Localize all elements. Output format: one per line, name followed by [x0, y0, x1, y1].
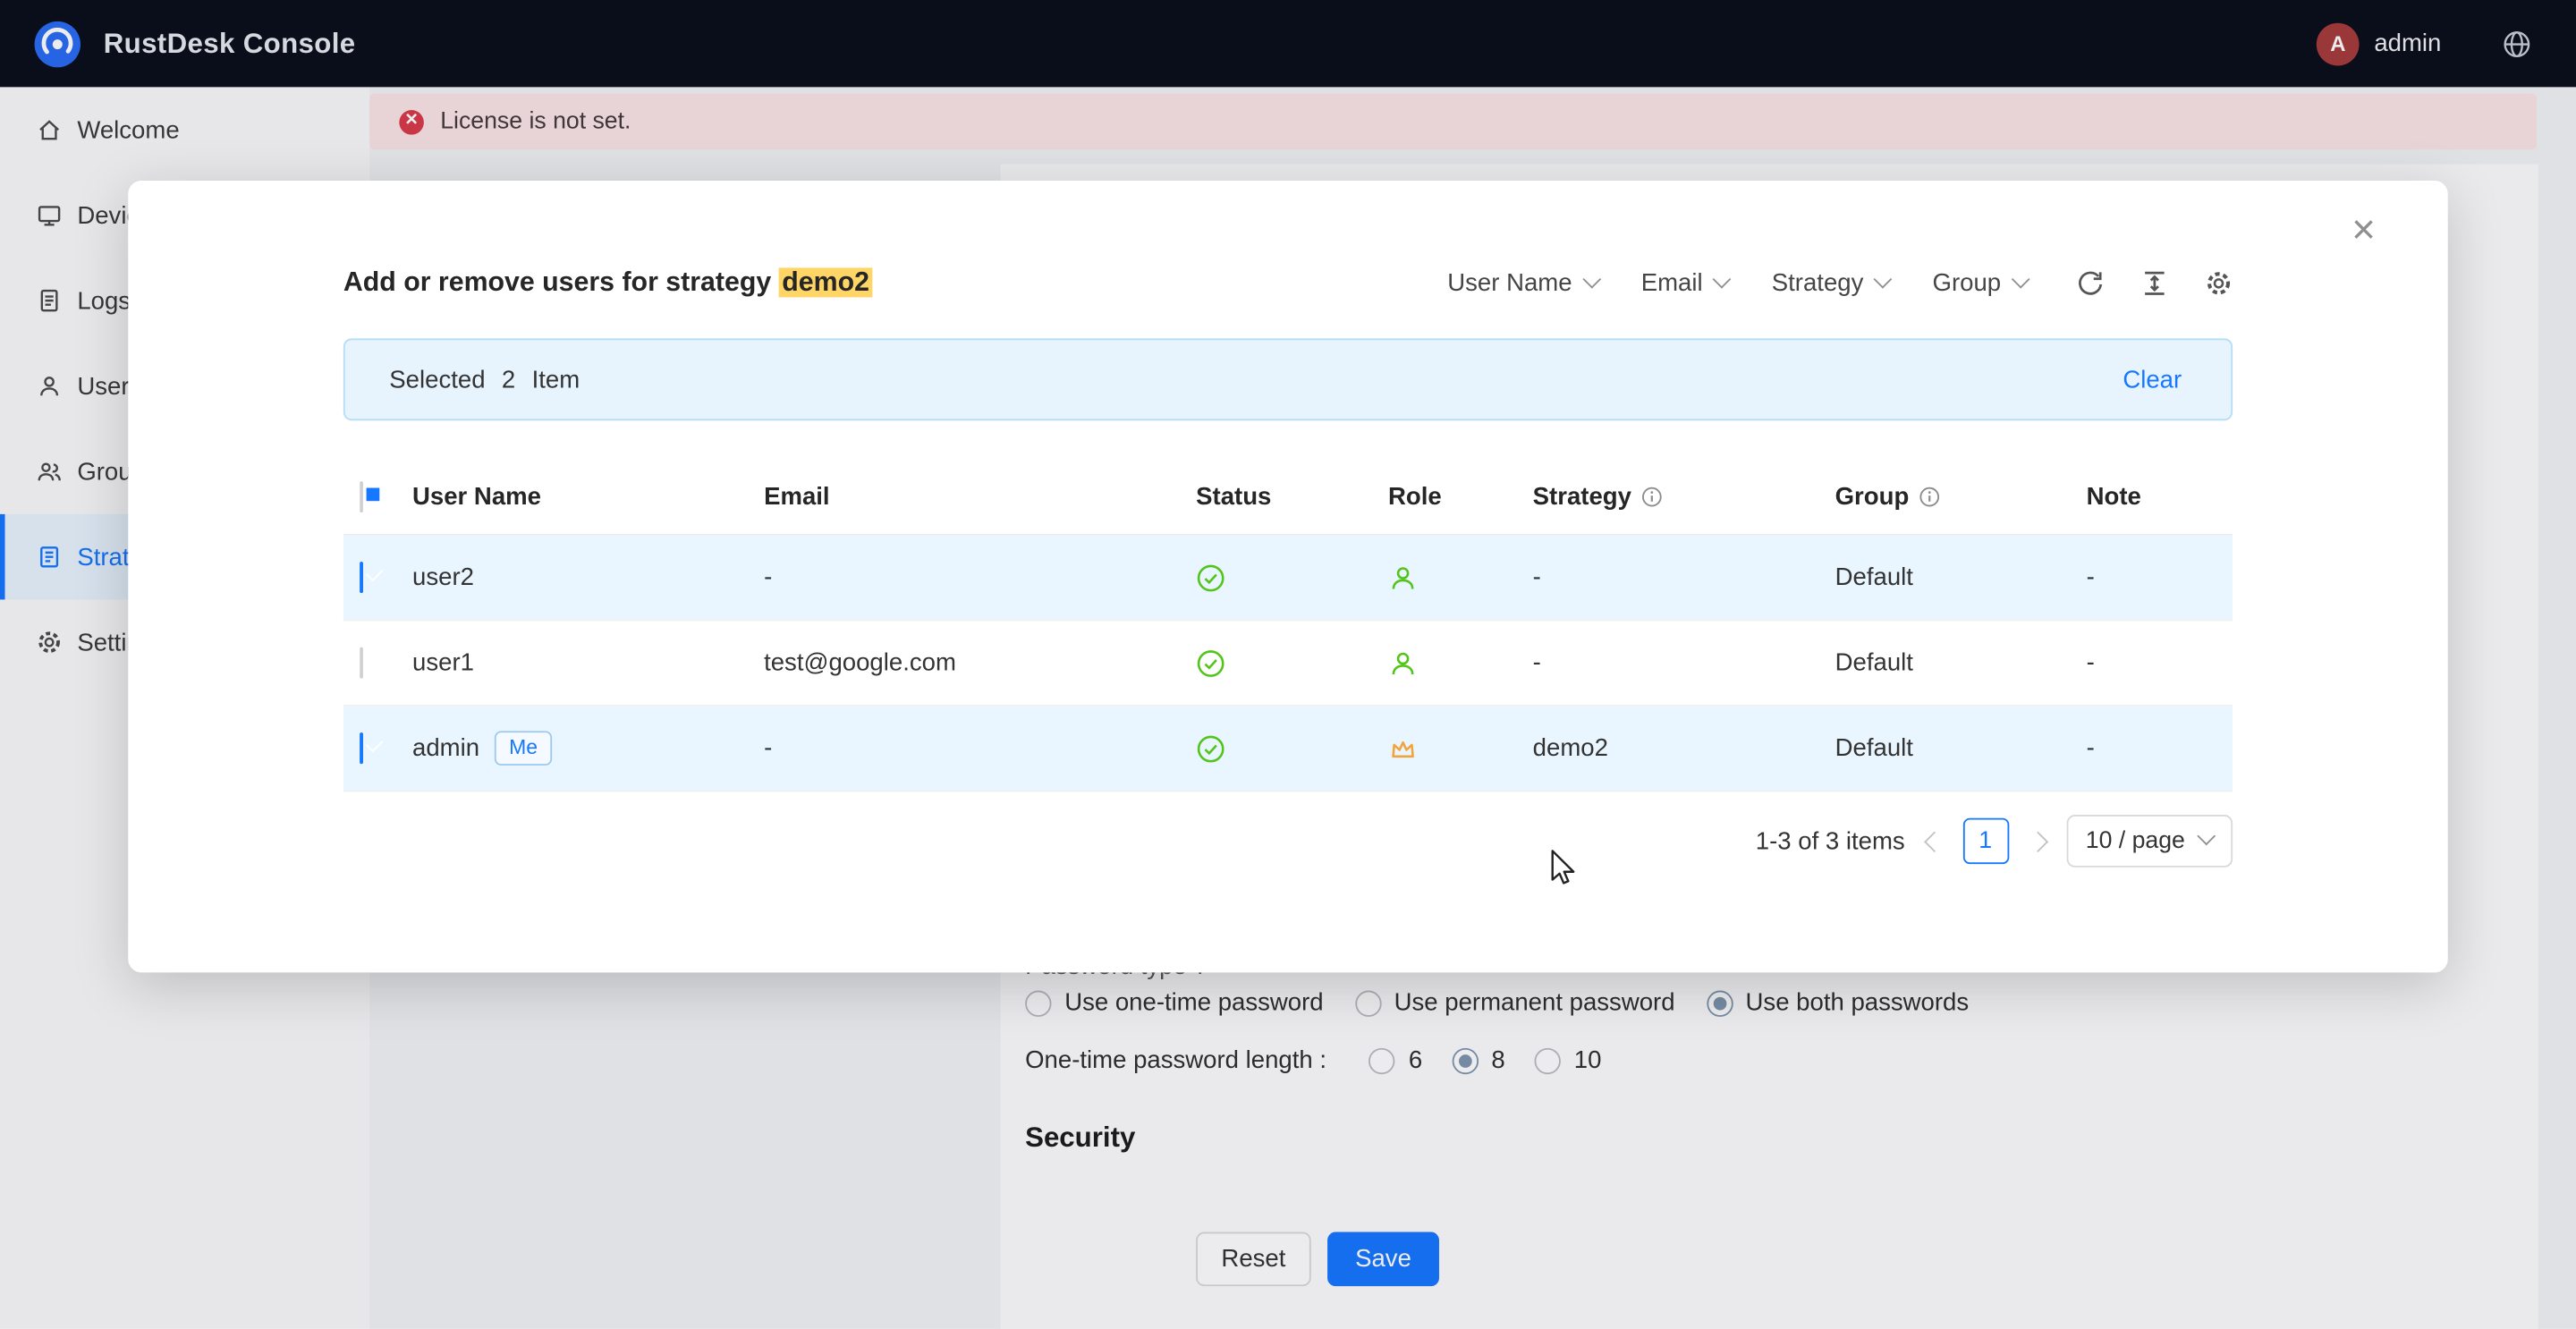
check-circle-icon	[1196, 648, 1388, 678]
refresh-icon[interactable]	[2077, 268, 2105, 296]
col-group: Group	[1835, 483, 2087, 511]
col-username: User Name	[412, 483, 764, 511]
table-row[interactable]: user2 - - Default -	[343, 536, 2233, 622]
user-role-icon	[1388, 563, 1533, 592]
cell-note: -	[2087, 649, 2233, 677]
cell-note: -	[2087, 563, 2233, 591]
selected-suffix: Item	[532, 366, 580, 394]
users-table: User Name Email Status Role Strategy Gro…	[343, 460, 2233, 791]
cell-strategy: demo2	[1533, 734, 1835, 762]
pagination-summary: 1-3 of 3 items	[1756, 827, 1905, 855]
col-status: Status	[1196, 483, 1388, 511]
cell-email: test@google.com	[764, 649, 1196, 677]
table-toolbar	[2077, 268, 2233, 296]
cell-role	[1388, 648, 1533, 678]
cell-role	[1388, 563, 1533, 592]
chevron-down-icon	[1874, 270, 1893, 289]
cell-note: -	[2087, 734, 2233, 762]
row-checkbox[interactable]	[360, 562, 363, 593]
next-page-icon[interactable]	[2027, 831, 2047, 851]
cell-group: Default	[1835, 563, 2087, 591]
clear-selection-link[interactable]: Clear	[2123, 366, 2182, 394]
chevron-down-icon	[1713, 270, 1732, 289]
cell-username: user1	[412, 649, 764, 677]
cell-username: user2	[412, 563, 764, 591]
prev-page-icon[interactable]	[1923, 831, 1944, 851]
close-icon[interactable]: ×	[2351, 210, 2376, 251]
chevron-down-icon	[2012, 270, 2030, 289]
cell-group: Default	[1835, 734, 2087, 762]
filter-label: Group	[1933, 268, 2002, 296]
cell-status	[1196, 563, 1388, 592]
filter-user-name[interactable]: User Name	[1447, 268, 1598, 296]
page-size-value: 10 / page	[2086, 828, 2185, 854]
cell-strategy: -	[1533, 563, 1835, 591]
column-height-icon[interactable]	[2140, 268, 2168, 296]
table-header-row: User Name Email Status Role Strategy Gro…	[343, 460, 2233, 535]
check-circle-icon	[1196, 733, 1388, 763]
info-icon[interactable]	[1919, 487, 1940, 508]
settings-gear-icon[interactable]	[2205, 268, 2233, 296]
filter-strategy[interactable]: Strategy	[1772, 268, 1890, 296]
select-all-checkbox[interactable]	[360, 481, 363, 512]
page-number-button[interactable]: 1	[1962, 818, 2008, 864]
cell-status	[1196, 733, 1388, 763]
selection-alert: Selected 2 Item Clear	[343, 338, 2233, 420]
page-size-select[interactable]: 10 / page	[2066, 815, 2233, 868]
filter-label: User Name	[1447, 268, 1572, 296]
selected-count: 2	[502, 366, 515, 394]
modal-title: Add or remove users for strategy demo2	[343, 267, 873, 298]
cell-status	[1196, 648, 1388, 678]
admin-crown-icon	[1388, 733, 1533, 763]
col-email: Email	[764, 483, 1196, 511]
add-remove-users-modal: × Add or remove users for strategy demo2…	[128, 181, 2447, 972]
col-strategy: Strategy	[1533, 483, 1835, 511]
cell-group: Default	[1835, 649, 2087, 677]
col-note: Note	[2087, 483, 2233, 511]
cell-username: admin Me	[412, 731, 764, 766]
col-label: Group	[1835, 483, 1910, 511]
filter-label: Strategy	[1772, 268, 1864, 296]
info-icon[interactable]	[1641, 487, 1663, 508]
table-row[interactable]: user1 test@google.com - Default -	[343, 621, 2233, 707]
modal-title-prefix: Add or remove users for strategy	[343, 267, 779, 296]
table-row[interactable]: admin Me - demo2 Default -	[343, 707, 2233, 792]
cell-email: -	[764, 734, 1196, 762]
col-label: Strategy	[1533, 483, 1631, 511]
col-role: Role	[1388, 483, 1533, 511]
row-checkbox[interactable]	[360, 732, 363, 764]
cell-strategy: -	[1533, 649, 1835, 677]
username-text: admin	[412, 734, 479, 762]
chevron-down-icon	[1582, 270, 1601, 289]
cell-role	[1388, 733, 1533, 763]
modal-header: Add or remove users for strategy demo2 U…	[343, 253, 2233, 312]
cell-email: -	[764, 563, 1196, 591]
row-checkbox[interactable]	[360, 648, 363, 679]
user-role-icon	[1388, 648, 1533, 678]
strategy-name-highlight: demo2	[779, 267, 873, 296]
selected-prefix: Selected	[389, 366, 485, 394]
filter-label: Email	[1641, 268, 1703, 296]
filter-email[interactable]: Email	[1641, 268, 1729, 296]
me-tag: Me	[495, 731, 553, 766]
chevron-down-icon	[2197, 827, 2216, 846]
pagination: 1-3 of 3 items 1 10 / page	[1756, 815, 2233, 868]
check-circle-icon	[1196, 563, 1388, 592]
app-root: RustDesk Console A admin Welcome Devices	[0, 0, 2576, 1329]
filter-bar: User Name Email Strategy Group	[1447, 268, 2027, 296]
filter-group[interactable]: Group	[1933, 268, 2028, 296]
